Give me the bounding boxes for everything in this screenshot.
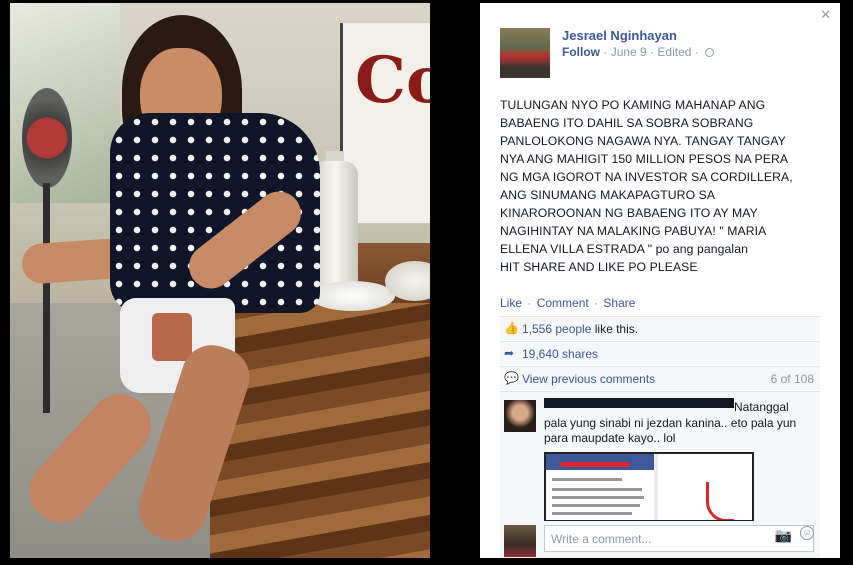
close-icon[interactable]: ✕	[820, 7, 831, 23]
action-separator: ·	[527, 296, 532, 310]
screenshot-red-mark	[560, 462, 630, 467]
post-text: TULUNGAN NYO PO KAMING MAHANAP ANG BABAE…	[500, 96, 800, 276]
viewer-avatar	[504, 525, 536, 557]
meta-separator: ·	[694, 45, 699, 59]
previous-comments-row: 💬 View previous comments 6 of 108	[500, 366, 820, 390]
smiley-icon[interactable]: ☺	[800, 526, 814, 540]
screenshot-line	[552, 478, 622, 481]
likes-row: 👍 1,556 people like this.	[500, 316, 820, 340]
thumbs-up-icon: 👍	[504, 321, 519, 335]
share-arrow-icon: ➦	[504, 346, 515, 360]
comment-text-block: Natanggal pala yung sinabi ni jezdan kan…	[544, 400, 814, 447]
post-date[interactable]: June 9	[611, 45, 647, 59]
poster-text: Co	[355, 43, 430, 118]
comment-count: 6 of 108	[770, 372, 814, 386]
screenshot-line	[552, 488, 642, 491]
globe-icon[interactable]	[705, 48, 715, 57]
comment-text: Natanggal pala yung sinabi ni jezdan kan…	[544, 400, 797, 445]
screenshot-line	[552, 504, 640, 507]
post-body: TULUNGAN NYO PO KAMING MAHANAP ANG BABAE…	[500, 98, 793, 274]
commenter-avatar[interactable]	[504, 400, 536, 432]
plate	[310, 281, 395, 311]
likes-count-link[interactable]: 1,556 people	[522, 322, 591, 336]
electric-fan	[22, 88, 72, 188]
share-link[interactable]: Share	[603, 296, 635, 310]
post-panel: ✕ Jesrael Nginhayan Follow · June 9 · Ed…	[480, 3, 840, 558]
comment-bubble-icon: 💬	[504, 371, 519, 385]
likes-suffix: like this.	[591, 322, 639, 336]
shares-count-link[interactable]: 19,640 shares	[522, 347, 598, 361]
comment-link[interactable]: Comment	[537, 296, 589, 310]
shares-row: ➦ 19,640 shares	[500, 341, 820, 365]
like-link[interactable]: Like	[500, 296, 522, 310]
edited-label[interactable]: Edited	[657, 45, 691, 59]
camera-icon[interactable]: 📷	[775, 527, 792, 544]
meta-separator: ·	[650, 45, 655, 59]
view-previous-comments-link[interactable]: View previous comments	[522, 372, 655, 386]
post-actions: Like · Comment · Share	[500, 296, 635, 310]
comment-attached-image[interactable]	[544, 452, 754, 522]
meta-separator: ·	[603, 45, 608, 59]
author-name[interactable]: Jesrael Nginhayan	[562, 28, 677, 43]
screenshot-line	[552, 512, 632, 515]
follow-link[interactable]: Follow	[562, 45, 600, 59]
action-separator: ·	[594, 296, 599, 310]
post-photo[interactable]: Co	[10, 3, 430, 558]
author-avatar[interactable]	[500, 28, 550, 78]
comment: Natanggal pala yung sinabi ni jezdan kan…	[500, 391, 820, 522]
person-handkerchief	[152, 313, 192, 361]
comment-input[interactable]: Write a comment...	[544, 525, 814, 552]
comment-composer: Write a comment... 📷 ☺	[500, 521, 820, 558]
post-meta: Follow · June 9 · Edited ·	[562, 45, 715, 59]
fan-pole	[43, 183, 50, 413]
screenshot-line	[552, 496, 644, 499]
